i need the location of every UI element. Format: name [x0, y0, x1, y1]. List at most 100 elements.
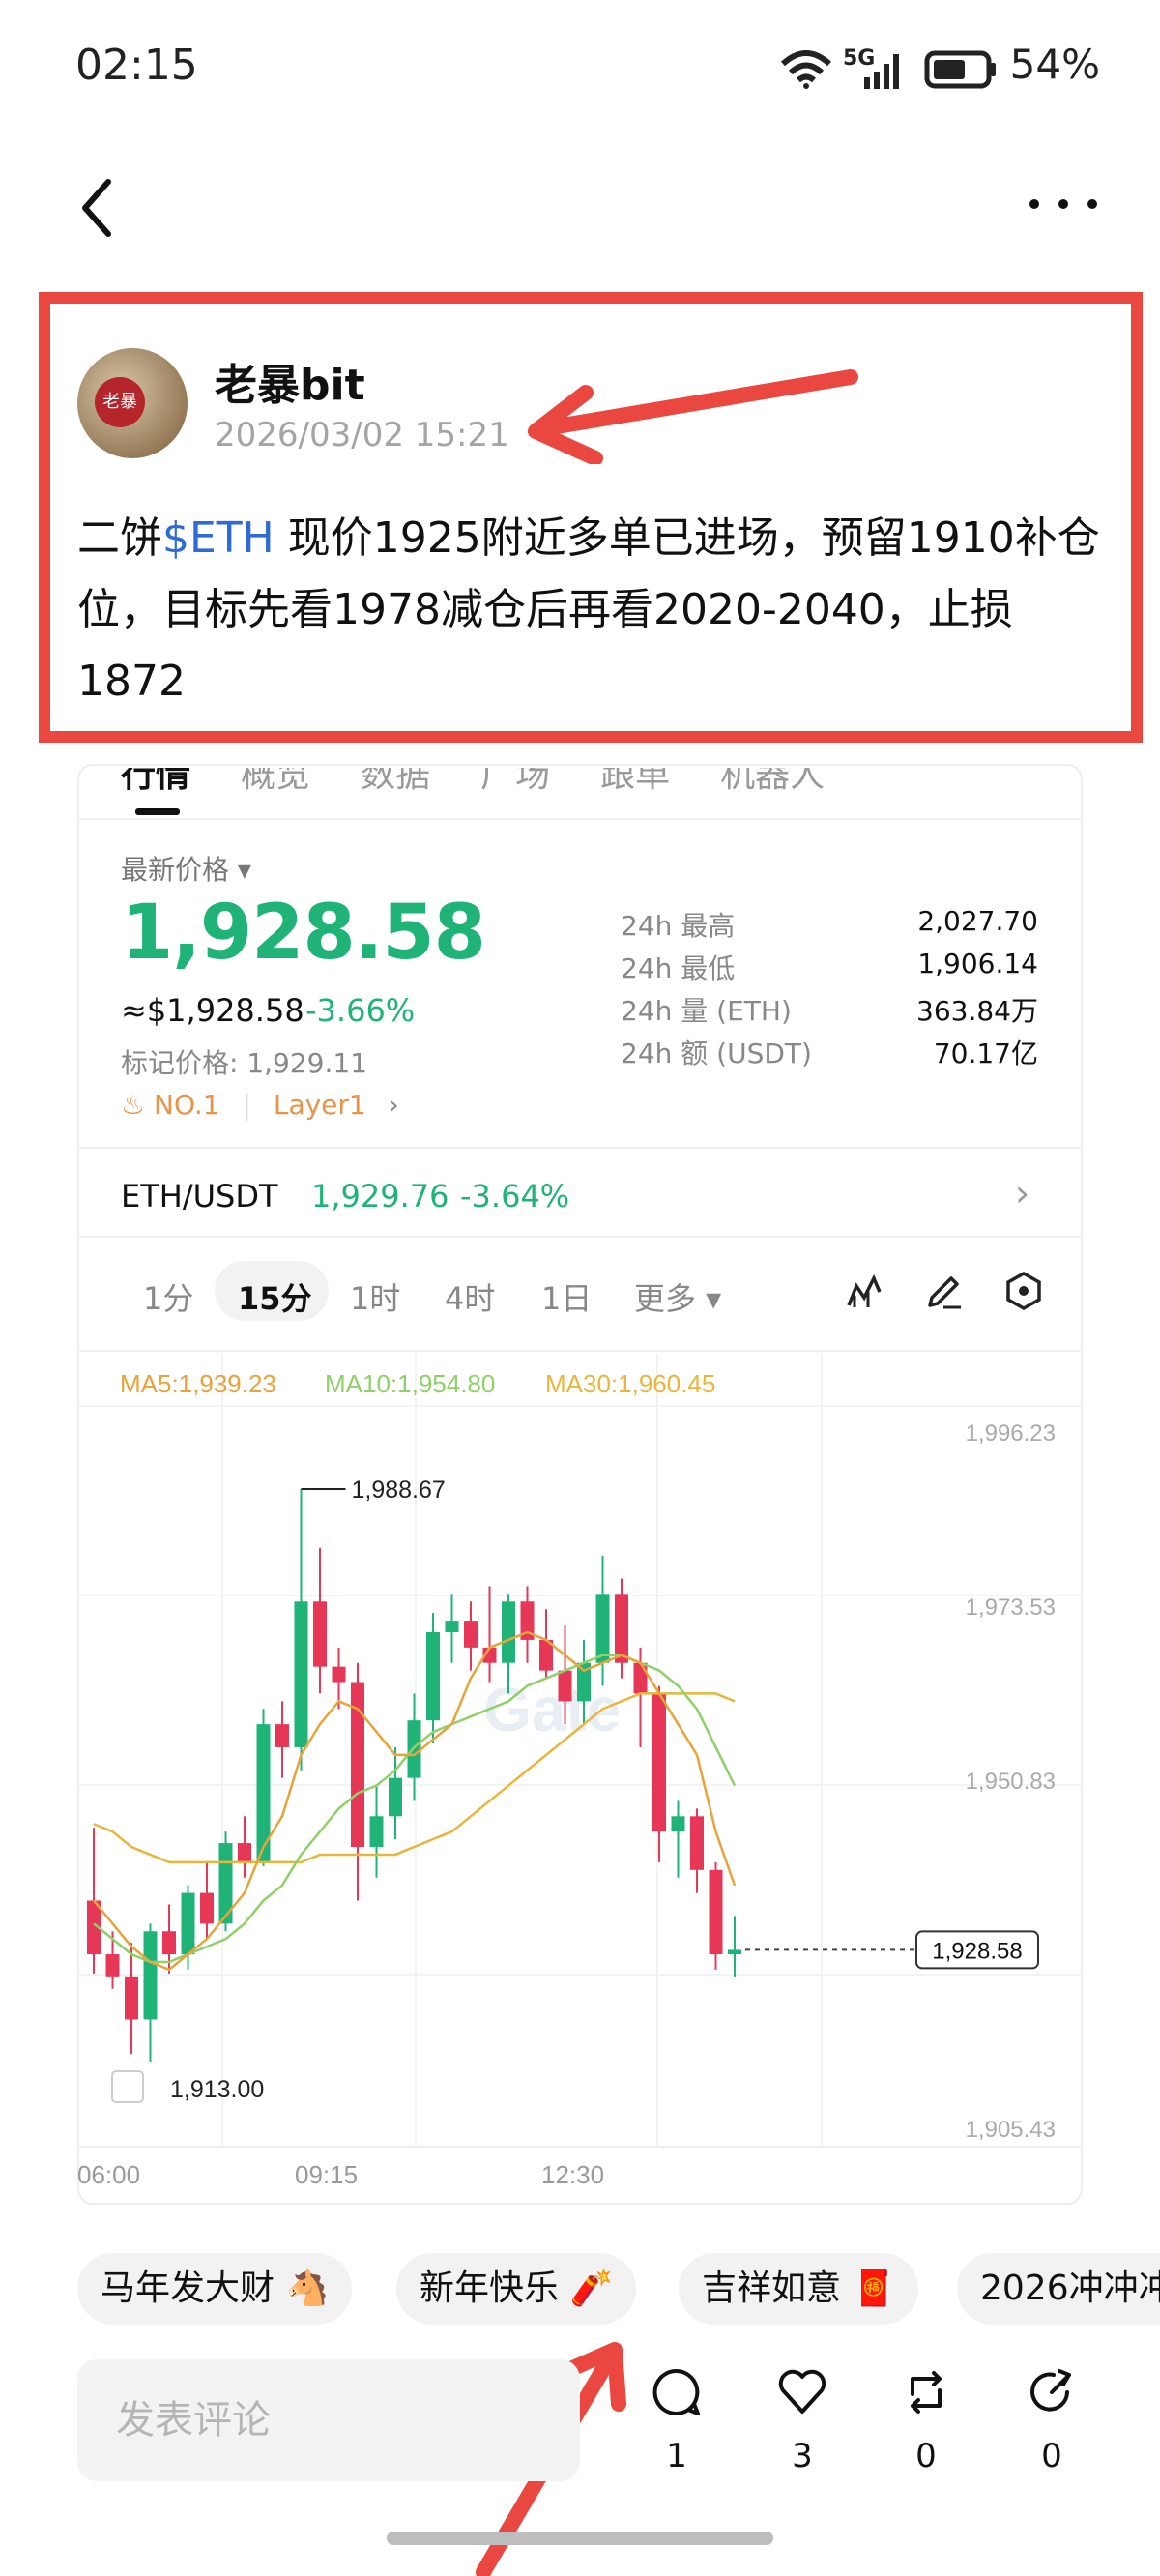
chevron-right-icon[interactable]: ›: [1015, 1172, 1030, 1215]
settings-hex-icon[interactable]: [1003, 1271, 1044, 1311]
divider: [77, 1147, 1083, 1149]
candle-body: [332, 1666, 346, 1683]
ma30-label: MA30:1,960.45: [545, 1369, 715, 1398]
repost-button[interactable]: 0: [887, 2365, 965, 2475]
candle-body: [445, 1621, 459, 1632]
tab-copytrade[interactable]: 跟单: [600, 768, 670, 795]
quick-reply-chip[interactable]: 新年快乐 🧨: [396, 2253, 637, 2325]
candle-body: [143, 1931, 158, 2020]
stat-low-value: 1,906.14: [917, 948, 1038, 980]
tag-divider: |: [242, 1089, 251, 1121]
latest-price-label[interactable]: 最新价格 ▾: [121, 849, 251, 888]
x-tick-label: 06:00: [77, 2160, 140, 2189]
candle-body: [502, 1601, 515, 1663]
y-tick-label: 1,950.83: [966, 1769, 1056, 1795]
candle-body: [558, 1670, 572, 1702]
post-date: 2026/03/02 15:21: [215, 416, 509, 454]
draw-pen-icon[interactable]: [924, 1273, 963, 1311]
stat-high-value: 2,027.70: [917, 905, 1038, 937]
y-tick-label: 1,973.53: [966, 1595, 1056, 1621]
pair-price: 1,929.76: [311, 1178, 450, 1215]
battery-icon: [924, 50, 996, 89]
candle-body: [595, 1594, 610, 1663]
fire-icon: ♨: [121, 1089, 146, 1121]
usd-change: -3.66%: [305, 992, 416, 1029]
candle-body: [256, 1724, 271, 1862]
interval-1m[interactable]: 1分: [143, 1274, 193, 1319]
candle-body: [633, 1662, 648, 1694]
chevron-right-icon: ›: [388, 1089, 399, 1121]
avatar-seal: 老暴: [95, 377, 145, 427]
tab-data[interactable]: 数据: [361, 768, 430, 795]
interval-4h[interactable]: 4时: [445, 1274, 495, 1319]
x-tick-label: 09:15: [295, 2160, 358, 2189]
ma5-label: MA5:1,939.23: [120, 1369, 276, 1398]
quick-reply-chip[interactable]: 吉祥如意 🧧: [679, 2253, 919, 2325]
back-arrow-icon[interactable]: [75, 174, 124, 242]
comment-input[interactable]: 发表评论: [77, 2359, 580, 2481]
tab-square[interactable]: 广场: [480, 768, 550, 795]
status-time: 02:15: [75, 41, 198, 90]
like-button[interactable]: 3: [764, 2365, 841, 2475]
candle-body: [238, 1843, 251, 1862]
interval-15m[interactable]: 15分: [238, 1274, 312, 1319]
share-count: 0: [1041, 2437, 1062, 2475]
comment-count: 1: [666, 2437, 687, 2475]
interval-1d[interactable]: 1日: [541, 1274, 592, 1319]
pair-name[interactable]: ETH/USDT: [121, 1178, 278, 1215]
share-icon: [1030, 2369, 1071, 2412]
stat-amount-value: 70.17亿: [933, 1038, 1038, 1069]
candle-body: [671, 1816, 685, 1832]
candle-body: [181, 1892, 195, 1955]
post-content: 二饼$ETH 现价1925附近多单已进场，预留1910补仓位，目标先看1978减…: [77, 503, 1102, 717]
candle-body: [615, 1594, 628, 1663]
more-options-icon[interactable]: [1025, 190, 1102, 219]
comment-button[interactable]: 1: [638, 2365, 715, 2475]
quick-reply-chip[interactable]: 2026冲冲冲: [957, 2253, 1160, 2325]
tag-layer1: Layer1: [273, 1089, 366, 1121]
candle-body: [652, 1693, 666, 1832]
divider: [77, 1236, 1083, 1238]
y-tick-label: 1,996.23: [966, 1420, 1056, 1447]
repost-icon: [911, 2371, 942, 2414]
candle-body: [709, 1869, 723, 1955]
tab-bot[interactable]: 机器人: [720, 768, 825, 795]
home-indicator: [387, 2532, 773, 2545]
usd-price: ≈$1,928.58: [121, 992, 304, 1029]
share-button[interactable]: 0: [1013, 2365, 1090, 2475]
stat-amount-label: 24h 额 (USDT): [621, 1038, 812, 1069]
y-tick-label: 1,905.43: [966, 2117, 1056, 2143]
candle-body: [162, 1931, 176, 1955]
candle-body: [464, 1621, 478, 1648]
content-prefix: 二饼: [77, 513, 162, 563]
tabs-divider: [77, 818, 1083, 820]
status-bar: 02:15 5G 54%: [0, 0, 1160, 145]
indicator-icon[interactable]: [845, 1273, 884, 1311]
heart-icon: [778, 2369, 826, 2414]
candle-body: [276, 1724, 289, 1747]
like-count: 3: [792, 2437, 813, 2475]
stat-volume-label: 24h 量 (ETH): [621, 995, 792, 1027]
tags-row[interactable]: ♨ NO.1 | Layer1 ›: [121, 1089, 399, 1121]
tag-no1: NO.1: [154, 1089, 220, 1121]
tab-market[interactable]: 行情: [121, 768, 190, 795]
ma10-label: MA10:1,954.80: [325, 1369, 495, 1398]
mark-price: 标记价格: 1,929.11: [121, 1047, 368, 1079]
candle-body: [369, 1816, 384, 1848]
tab-overview[interactable]: 概览: [241, 768, 310, 795]
candle-body: [294, 1601, 308, 1747]
author-name[interactable]: 老暴bit: [215, 350, 365, 412]
candlestick-chart[interactable]: 1,996.23 1,973.53 1,950.83 1,905.43 06:00 09:…: [77, 1354, 1083, 2205]
annotation-arrow-icon: [528, 369, 858, 464]
interval-1h[interactable]: 1时: [350, 1274, 400, 1319]
ticker-link[interactable]: $ETH: [162, 513, 275, 563]
latest-price: 1,928.58: [121, 890, 486, 977]
last-price-label: 1,928.58: [932, 1938, 1022, 1964]
tab-indicator: [135, 808, 180, 815]
author-avatar[interactable]: 老暴: [77, 348, 188, 458]
candle-body: [125, 1976, 138, 2020]
candle-body: [389, 1777, 402, 1817]
interval-more[interactable]: 更多 ▾: [634, 1274, 721, 1319]
comment-bubble-icon: [652, 2368, 700, 2415]
quick-reply-chip[interactable]: 马年发大财 🐴: [77, 2253, 353, 2325]
